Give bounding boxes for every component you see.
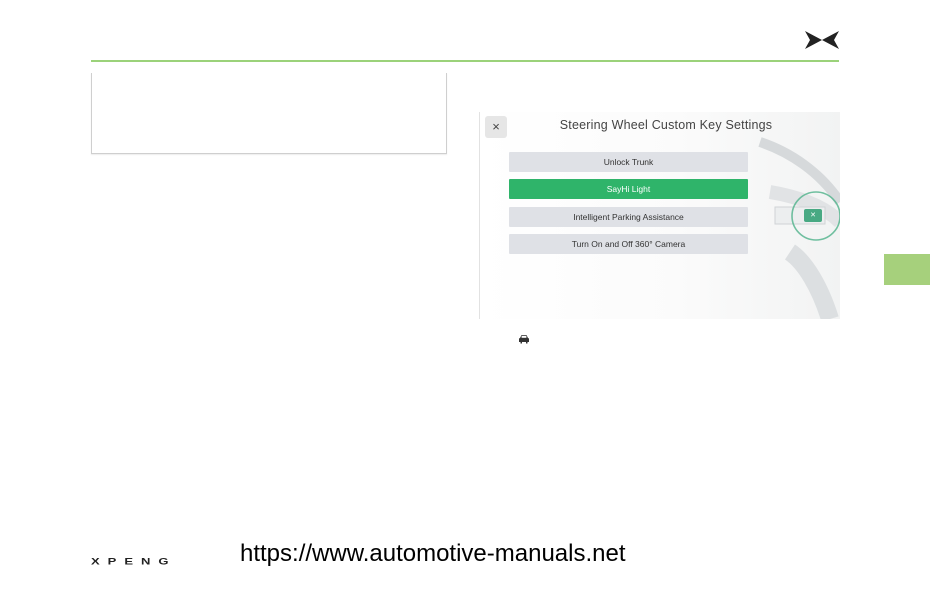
note-box: [91, 73, 447, 154]
steering-wheel-illustration: [758, 137, 840, 319]
option-sayhi-light[interactable]: SayHi Light: [509, 179, 748, 199]
section-tab: [884, 254, 930, 285]
option-parking-assistance[interactable]: Intelligent Parking Assistance: [509, 207, 748, 227]
header-rule: [91, 60, 839, 62]
option-unlock-trunk[interactable]: Unlock Trunk: [509, 152, 748, 172]
option-360-camera[interactable]: Turn On and Off 360° Camera: [509, 234, 748, 254]
settings-screen: × Steering Wheel Custom Key Settings Unl…: [479, 112, 840, 319]
wheel-key-button[interactable]: ✕: [804, 209, 822, 222]
car-icon: [519, 335, 529, 344]
footer-url[interactable]: https://www.automotive-manuals.net: [240, 540, 626, 568]
footer-logo: XPENG: [91, 556, 177, 567]
xpeng-x-logo-icon: [805, 31, 839, 49]
